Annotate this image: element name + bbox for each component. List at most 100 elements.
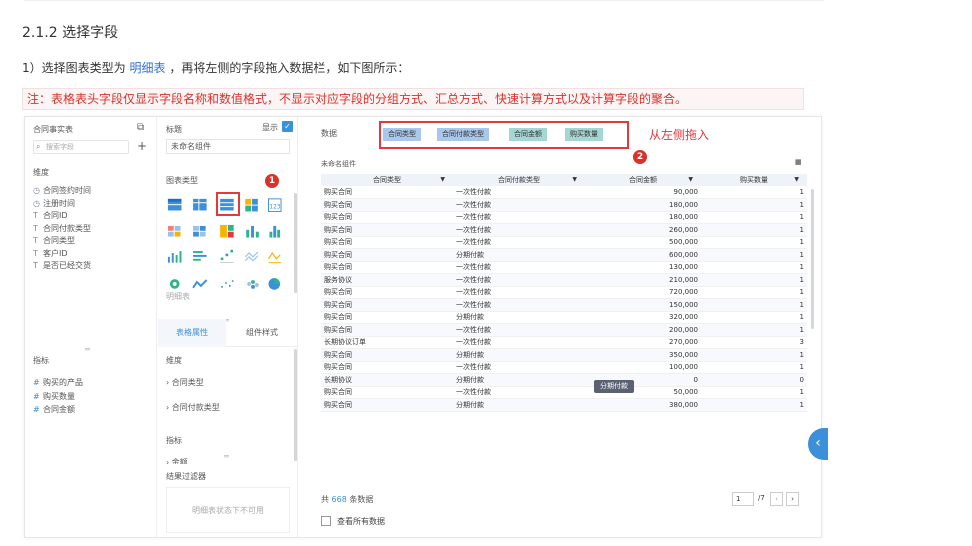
tab-table-properties[interactable]: 表格属性 xyxy=(158,319,226,347)
add-field-button[interactable]: + xyxy=(137,139,147,153)
pie-chart-icon[interactable] xyxy=(268,278,281,290)
trend-line-icon[interactable] xyxy=(192,279,208,289)
config-dim-item-2[interactable]: › 合同付款类型 xyxy=(166,402,220,413)
field-item[interactable]: T 客户ID xyxy=(33,248,68,259)
table-cell: 1 xyxy=(701,361,807,374)
column-header[interactable]: 购买数量 ▼ xyxy=(701,174,807,186)
section-heading: 2.1.2 选择字段 xyxy=(22,25,119,41)
column-chart-icon[interactable] xyxy=(269,225,281,238)
resize-handle-icon[interactable]: ═ xyxy=(224,452,229,461)
data-chip-quantity[interactable]: 购买数量 xyxy=(565,128,603,141)
step-highlight-link[interactable]: 明细表 xyxy=(129,61,165,75)
table-cell: 320,000 xyxy=(585,311,701,324)
table-row[interactable]: 购买合同 一次性付款 720,000 1 xyxy=(321,286,807,299)
sort-arrow-icon[interactable]: ▼ xyxy=(440,176,445,183)
drag-handle-icon[interactable]: ═ xyxy=(85,345,90,354)
table-row[interactable]: 购买合同 分期付款 600,000 1 xyxy=(321,248,807,262)
table-cell: 长期协议 xyxy=(321,373,453,387)
bar-chart-icon[interactable] xyxy=(167,251,182,263)
horizontal-bar-icon[interactable] xyxy=(193,251,207,261)
config-scrollbar[interactable] xyxy=(294,349,297,461)
config-dim-item-1[interactable]: › 合同类型 xyxy=(166,377,204,388)
prev-page-button[interactable]: ‹ xyxy=(770,492,783,506)
field-item[interactable]: T 合同类型 xyxy=(33,235,75,246)
table-row[interactable]: 购买合同 分期付款 350,000 1 xyxy=(321,348,807,362)
table-row[interactable]: 服务协议 一次性付款 210,000 1 xyxy=(321,273,807,287)
line-scatter-icon[interactable] xyxy=(220,249,234,263)
data-chip-payment-type[interactable]: 合同付款类型 xyxy=(437,128,489,141)
field-item[interactable]: # 购买数量 xyxy=(33,391,75,402)
data-chip-amount[interactable]: 合同金额 xyxy=(509,128,547,141)
chart-config-panel: 标题 显示 ✓ 未命名组件 图表类型 123 1 明细表 ═ 表格属性 组件样式… xyxy=(158,117,298,537)
field-item[interactable]: ◷ 合同签约时间 xyxy=(33,185,91,196)
area-chart-icon[interactable] xyxy=(267,251,282,264)
table-row[interactable]: 购买合同 一次性付款 260,000 1 xyxy=(321,223,807,237)
table-settings-icon[interactable]: ▦ xyxy=(795,158,802,166)
sort-arrow-icon[interactable]: ▼ xyxy=(688,176,693,183)
column-header[interactable]: 合同类型 ▼ xyxy=(321,174,453,186)
field-item[interactable]: T 合同ID xyxy=(33,210,68,221)
table-row[interactable]: 购买合同 分期付款 380,000 1 xyxy=(321,398,807,412)
chart-type-scrollbar[interactable] xyxy=(294,193,297,293)
tab-component-style[interactable]: 组件样式 xyxy=(228,319,296,347)
field-item-label: 合同ID xyxy=(43,211,68,220)
field-item[interactable]: # 合同金额 xyxy=(33,404,75,415)
table-cell: 一次性付款 xyxy=(453,361,585,374)
grouped-table-icon[interactable] xyxy=(193,198,207,211)
table-row[interactable]: 购买合同 一次性付款 150,000 1 xyxy=(321,298,807,312)
number-card-icon[interactable]: 123 xyxy=(267,198,282,212)
data-drop-zone[interactable]: 合同类型 合同付款类型 合同金额 购买数量 xyxy=(379,121,629,149)
preview-component-name: 未命名组件 xyxy=(321,160,356,168)
sort-arrow-icon[interactable]: ▼ xyxy=(572,176,577,183)
field-item[interactable]: T 合同付款类型 xyxy=(33,223,91,234)
column-header[interactable]: 合同付款类型 ▼ xyxy=(453,174,585,186)
component-name-input[interactable]: 未命名组件 xyxy=(166,139,290,154)
table-scrollbar[interactable] xyxy=(811,189,814,329)
field-item[interactable]: # 购买的产品 xyxy=(33,377,83,388)
field-item[interactable]: ◷ 注册时间 xyxy=(33,198,75,209)
table-row[interactable]: 长期协议订单 一次性付款 270,000 3 xyxy=(321,336,807,349)
table-row[interactable]: 购买合同 一次性付款 200,000 1 xyxy=(321,323,807,337)
field-item[interactable]: T 是否已经交货 xyxy=(33,260,91,271)
view-all-checkbox[interactable] xyxy=(321,516,331,526)
table-row[interactable]: 购买合同 一次性付款 130,000 1 xyxy=(321,261,807,274)
bubble-chart-icon[interactable] xyxy=(247,280,259,289)
table-row[interactable]: 购买合同 一次性付款 180,000 1 xyxy=(321,211,807,224)
column-header[interactable]: 合同金额 ▼ xyxy=(585,174,701,186)
table-row[interactable]: 购买合同 一次性付款 500,000 1 xyxy=(321,236,807,249)
page-input[interactable]: 1 xyxy=(732,492,754,506)
table-row[interactable]: 购买合同 分期付款 320,000 1 xyxy=(321,311,807,324)
cross-table-icon[interactable] xyxy=(167,198,182,211)
switch-table-icon[interactable]: ⧉ xyxy=(137,122,144,133)
line-chart-icon[interactable] xyxy=(244,251,259,262)
table-row[interactable]: 购买合同 一次性付款 50,000 1 xyxy=(321,386,807,399)
table-row[interactable]: 购买合同 一次性付款 90,000 1 xyxy=(321,186,807,199)
config-measure-item[interactable]: › 金额 xyxy=(166,457,188,464)
table-cell: 一次性付款 xyxy=(453,186,585,199)
color-table-icon[interactable] xyxy=(193,225,206,237)
field-item-label: 客户ID xyxy=(43,248,68,258)
field-search-input[interactable]: ⌕ 搜索字段 xyxy=(33,140,129,154)
table-cell: 1 xyxy=(701,398,807,412)
table-row[interactable]: 长期协议 分期付款 0 0 xyxy=(321,373,807,387)
stacked-column-icon[interactable] xyxy=(246,225,259,238)
table-row[interactable]: 购买合同 一次性付款 180,000 1 xyxy=(321,198,807,212)
data-chip-contract-type[interactable]: 合同类型 xyxy=(383,128,421,141)
total-suffix: 条数据 xyxy=(349,495,374,504)
page-total: /7 xyxy=(758,494,765,502)
kpi-blocks-icon[interactable] xyxy=(245,198,258,212)
sort-arrow-icon[interactable]: ▼ xyxy=(794,176,799,183)
result-filter-label: 结果过滤器 xyxy=(166,472,206,481)
scatter-chart-icon[interactable] xyxy=(221,280,234,288)
table-cell: 210,000 xyxy=(585,273,701,287)
show-title-checkbox[interactable]: ✓ xyxy=(282,121,293,132)
table-row[interactable]: 购买合同 一次性付款 100,000 1 xyxy=(321,361,807,374)
hash-icon: # xyxy=(33,405,40,414)
next-page-button[interactable]: › xyxy=(786,492,799,506)
table-cell: 3 xyxy=(701,336,807,349)
table-cell: 1 xyxy=(701,236,807,249)
map-icon[interactable] xyxy=(169,279,180,289)
table-cell: 购买合同 xyxy=(321,261,453,274)
treemap-icon[interactable] xyxy=(220,224,234,238)
heat-table-icon[interactable] xyxy=(167,225,181,237)
